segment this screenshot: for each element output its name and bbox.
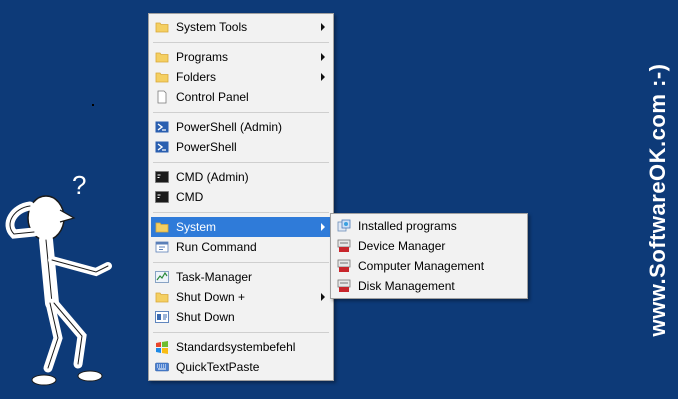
system-submenu: Installed programs Device Manager Comput… <box>330 213 528 299</box>
menu-item-system[interactable]: System <box>151 217 331 237</box>
menu-separator <box>153 262 329 263</box>
menu-item-shut-down[interactable]: Shut Down <box>151 307 331 327</box>
folder-icon <box>155 72 169 83</box>
menu-item-label: CMD <box>176 190 204 204</box>
task-manager-icon <box>155 271 169 283</box>
menu-item-powershell-admin[interactable]: PowerShell (Admin) <box>151 117 331 137</box>
submenu-item-installed-programs[interactable]: Installed programs <box>333 216 525 236</box>
menu-item-label: Run Command <box>176 240 257 254</box>
folder-icon <box>155 52 169 63</box>
chevron-right-icon <box>321 53 325 61</box>
menu-item-label: Shut Down <box>176 310 235 324</box>
computer-management-icon <box>337 259 351 272</box>
menu-item-run-command[interactable]: Run Command <box>151 237 331 257</box>
menu-item-label: Computer Management <box>358 259 485 273</box>
menu-item-label: Folders <box>176 70 217 84</box>
menu-item-powershell[interactable]: PowerShell <box>151 137 331 157</box>
powershell-icon <box>155 121 169 133</box>
menu-item-label: QuickTextPaste <box>176 360 260 374</box>
chevron-right-icon <box>321 73 325 81</box>
menu-item-label: System <box>176 220 217 234</box>
menu-item-control-panel[interactable]: Control Panel <box>151 87 331 107</box>
menu-item-label: Disk Management <box>358 279 455 293</box>
menu-item-cmd-admin[interactable]: CMD (Admin) <box>151 167 331 187</box>
thinking-figure-illustration: ? <box>5 170 112 386</box>
menu-item-label: Standardsystembefehl <box>176 340 296 354</box>
menu-item-label: PowerShell (Admin) <box>176 120 283 134</box>
menu-separator <box>153 112 329 113</box>
menu-item-label: Control Panel <box>176 90 249 104</box>
softwareok-watermark: www.SoftwareOK.com :-) <box>638 10 678 390</box>
installed-programs-icon <box>337 219 351 232</box>
menu-item-folders[interactable]: Folders <box>151 67 331 87</box>
folder-icon <box>155 222 169 233</box>
menu-item-programs[interactable]: Programs <box>151 47 331 67</box>
menu-item-label: Shut Down + <box>176 290 246 304</box>
menu-item-quicktextpaste[interactable]: QuickTextPaste <box>151 357 331 377</box>
disk-management-icon <box>337 279 351 292</box>
powershell-icon <box>155 141 169 153</box>
question-mark: ? <box>72 170 86 200</box>
shutdown-icon <box>155 311 169 323</box>
menu-item-cmd[interactable]: CMD <box>151 187 331 207</box>
folder-icon <box>155 22 169 33</box>
submenu-item-device-manager[interactable]: Device Manager <box>333 236 525 256</box>
cmd-icon <box>155 171 169 183</box>
run-icon <box>155 241 169 253</box>
menu-item-label: Task-Manager <box>176 270 253 284</box>
menu-item-label: PowerShell <box>176 140 237 154</box>
windows-logo-icon <box>156 341 168 354</box>
document-icon <box>157 90 167 104</box>
menu-separator <box>153 42 329 43</box>
watermark-text: www.SoftwareOK.com :-) <box>645 63 670 337</box>
keyboard-icon <box>155 362 169 372</box>
chevron-right-icon <box>321 223 325 231</box>
context-menu: System Tools Programs Folders Control Pa… <box>148 13 334 381</box>
menu-item-standardsystembefehl[interactable]: Standardsystembefehl <box>151 337 331 357</box>
chevron-right-icon <box>321 23 325 31</box>
menu-separator <box>153 162 329 163</box>
cmd-icon <box>155 191 169 203</box>
submenu-item-disk-management[interactable]: Disk Management <box>333 276 525 296</box>
menu-item-system-tools[interactable]: System Tools <box>151 17 331 37</box>
menu-item-label: Installed programs <box>358 219 457 233</box>
menu-item-label: System Tools <box>176 20 248 34</box>
menu-separator <box>153 212 329 213</box>
menu-item-label: Device Manager <box>358 239 446 253</box>
submenu-item-computer-management[interactable]: Computer Management <box>333 256 525 276</box>
menu-item-shut-down-plus[interactable]: Shut Down + <box>151 287 331 307</box>
folder-icon <box>155 292 169 303</box>
menu-item-label: Programs <box>176 50 229 64</box>
menu-item-task-manager[interactable]: Task-Manager <box>151 267 331 287</box>
background-dot <box>92 104 94 106</box>
chevron-right-icon <box>321 293 325 301</box>
menu-item-label: CMD (Admin) <box>176 170 249 184</box>
menu-separator <box>153 332 329 333</box>
device-manager-icon <box>337 239 351 252</box>
